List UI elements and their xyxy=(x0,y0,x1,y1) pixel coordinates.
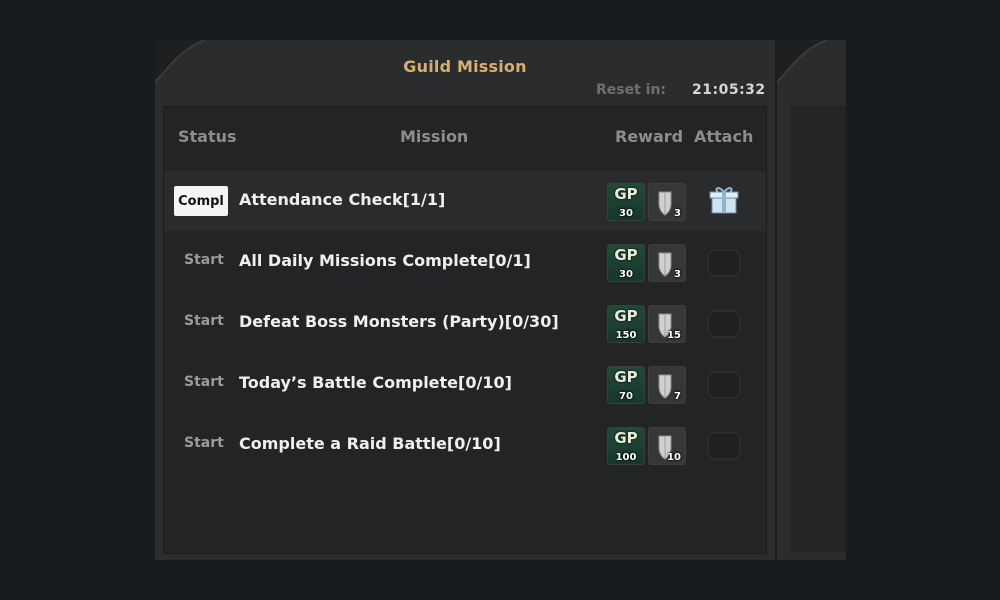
gp-amount: 30 xyxy=(619,208,633,219)
gp-label: GP xyxy=(614,185,638,203)
mission-row[interactable]: Start All Daily Missions Complete[0/1] G… xyxy=(164,232,766,292)
shield-amount: 3 xyxy=(674,208,681,219)
empty-slot-icon xyxy=(704,244,744,280)
column-header-status: Status xyxy=(178,127,237,146)
shield-reward-icon: 3 xyxy=(648,244,686,282)
shield-reward-icon: 7 xyxy=(648,366,686,404)
shield-amount: 10 xyxy=(667,452,681,463)
game-screen: Guild Mission Reset in: 21:05:32 Status … xyxy=(0,0,1000,600)
mission-list: Status Mission Reward Attach Compl Atten… xyxy=(163,106,767,554)
column-header-reward: Reward xyxy=(615,127,684,146)
mission-row[interactable]: Compl Attendance Check[1/1] GP 30 3 xyxy=(164,171,766,231)
column-header-attach: Attach xyxy=(694,127,754,146)
side-panel xyxy=(777,40,846,560)
column-header-mission: Mission xyxy=(400,127,469,146)
shield-reward-icon: 10 xyxy=(648,427,686,465)
start-button[interactable]: Start xyxy=(184,313,224,329)
gp-reward-icon: GP 70 xyxy=(607,366,645,404)
mission-name: Complete a Raid Battle[0/10] xyxy=(239,434,501,453)
gift-box-icon[interactable] xyxy=(704,183,744,219)
mission-name: All Daily Missions Complete[0/1] xyxy=(239,251,531,270)
window-title: Guild Mission xyxy=(403,57,527,76)
gp-reward-icon: GP 30 xyxy=(607,244,645,282)
reset-label: Reset in: xyxy=(596,82,667,98)
gp-label: GP xyxy=(614,307,638,325)
empty-slot-icon xyxy=(704,366,744,402)
gp-label: GP xyxy=(614,429,638,447)
gp-amount: 150 xyxy=(615,330,637,341)
start-button[interactable]: Start xyxy=(184,374,224,390)
empty-slot-icon xyxy=(704,427,744,463)
shield-amount: 3 xyxy=(674,269,681,280)
gp-label: GP xyxy=(614,246,638,264)
gp-amount: 100 xyxy=(615,452,637,463)
gp-amount: 70 xyxy=(619,391,633,402)
mission-row[interactable]: Start Today’s Battle Complete[0/10] GP 7… xyxy=(164,354,766,414)
mission-name: Defeat Boss Monsters (Party)[0/30] xyxy=(239,312,559,331)
shield-reward-icon: 3 xyxy=(648,183,686,221)
mission-row[interactable]: Start Complete a Raid Battle[0/10] GP 10… xyxy=(164,415,766,475)
shield-amount: 15 xyxy=(667,330,681,341)
gp-reward-icon: GP 100 xyxy=(607,427,645,465)
gp-amount: 30 xyxy=(619,269,633,280)
start-button[interactable]: Start xyxy=(184,435,224,451)
mission-name: Today’s Battle Complete[0/10] xyxy=(239,373,512,392)
gp-label: GP xyxy=(614,368,638,386)
gp-reward-icon: GP 30 xyxy=(607,183,645,221)
reset-timer: 21:05:32 xyxy=(692,82,766,98)
guild-mission-panel: Guild Mission Reset in: 21:05:32 Status … xyxy=(155,40,775,560)
start-button[interactable]: Start xyxy=(184,252,224,268)
shield-amount: 7 xyxy=(674,391,681,402)
mission-row[interactable]: Start Defeat Boss Monsters (Party)[0/30]… xyxy=(164,293,766,353)
empty-slot-icon xyxy=(704,305,744,341)
shield-reward-icon: 15 xyxy=(648,305,686,343)
mission-name: Attendance Check[1/1] xyxy=(239,190,446,209)
complete-button[interactable]: Compl xyxy=(174,186,228,216)
side-panel-content xyxy=(791,106,846,552)
gp-reward-icon: GP 150 xyxy=(607,305,645,343)
page-curl-corner-icon xyxy=(777,40,827,82)
